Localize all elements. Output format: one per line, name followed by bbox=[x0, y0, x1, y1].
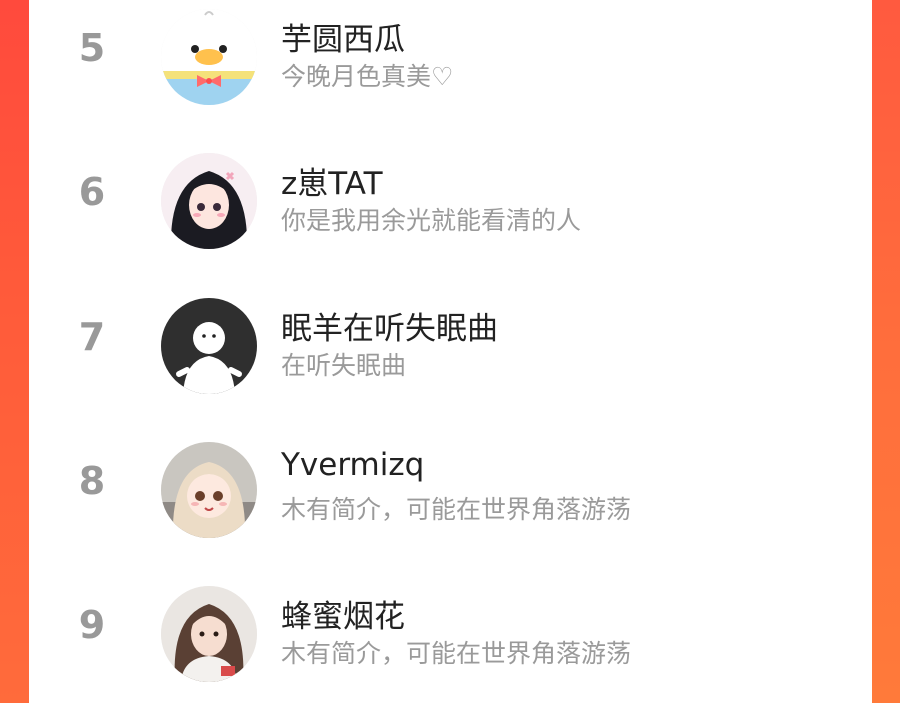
rank-number: 8 bbox=[78, 459, 106, 503]
user-bio: 今晚月色真美♡ bbox=[281, 62, 454, 91]
rank-number: 7 bbox=[78, 315, 106, 359]
user-bio: 木有简介，可能在世界角落游荡 bbox=[281, 495, 632, 524]
photo-girl-avatar-icon[interactable] bbox=[161, 586, 257, 682]
user-name[interactable]: 眠羊在听失眠曲 bbox=[281, 303, 498, 348]
rank-number: 6 bbox=[78, 170, 106, 214]
default-person-avatar-icon[interactable] bbox=[161, 298, 257, 394]
user-bio: 在听失眠曲 bbox=[281, 351, 407, 380]
user-name[interactable]: Yvermizq bbox=[281, 447, 424, 483]
anime-girl-cream-avatar-icon[interactable] bbox=[161, 442, 257, 538]
list-item[interactable]: 9 蜂蜜烟花 木有简介，可能在世界角落游荡 bbox=[29, 577, 872, 687]
ranking-list: 5 芋圆西瓜 今晚月色真美♡ 6 z崽TAT 你是我用余光就能看清的人 7 眠羊… bbox=[29, 0, 872, 703]
duck-avatar-icon[interactable] bbox=[161, 9, 257, 105]
user-name[interactable]: 蜂蜜烟花 bbox=[281, 591, 405, 636]
user-name[interactable]: z崽TAT bbox=[281, 158, 383, 203]
rank-number: 5 bbox=[78, 26, 106, 70]
right-accent-border bbox=[872, 0, 900, 703]
left-accent-border bbox=[0, 0, 29, 703]
anime-girl-avatar-icon[interactable] bbox=[161, 153, 257, 249]
rank-number: 9 bbox=[78, 603, 106, 647]
list-item[interactable]: 5 芋圆西瓜 今晚月色真美♡ bbox=[29, 0, 872, 110]
list-item[interactable]: 6 z崽TAT 你是我用余光就能看清的人 bbox=[29, 144, 872, 254]
user-name[interactable]: 芋圆西瓜 bbox=[281, 14, 405, 59]
user-bio: 木有简介，可能在世界角落游荡 bbox=[281, 639, 632, 668]
user-bio: 你是我用余光就能看清的人 bbox=[281, 206, 582, 235]
list-item[interactable]: 7 眠羊在听失眠曲 在听失眠曲 bbox=[29, 289, 872, 399]
list-item[interactable]: 8 Yvermizq 木有简介，可能在世界角落游荡 bbox=[29, 433, 872, 543]
